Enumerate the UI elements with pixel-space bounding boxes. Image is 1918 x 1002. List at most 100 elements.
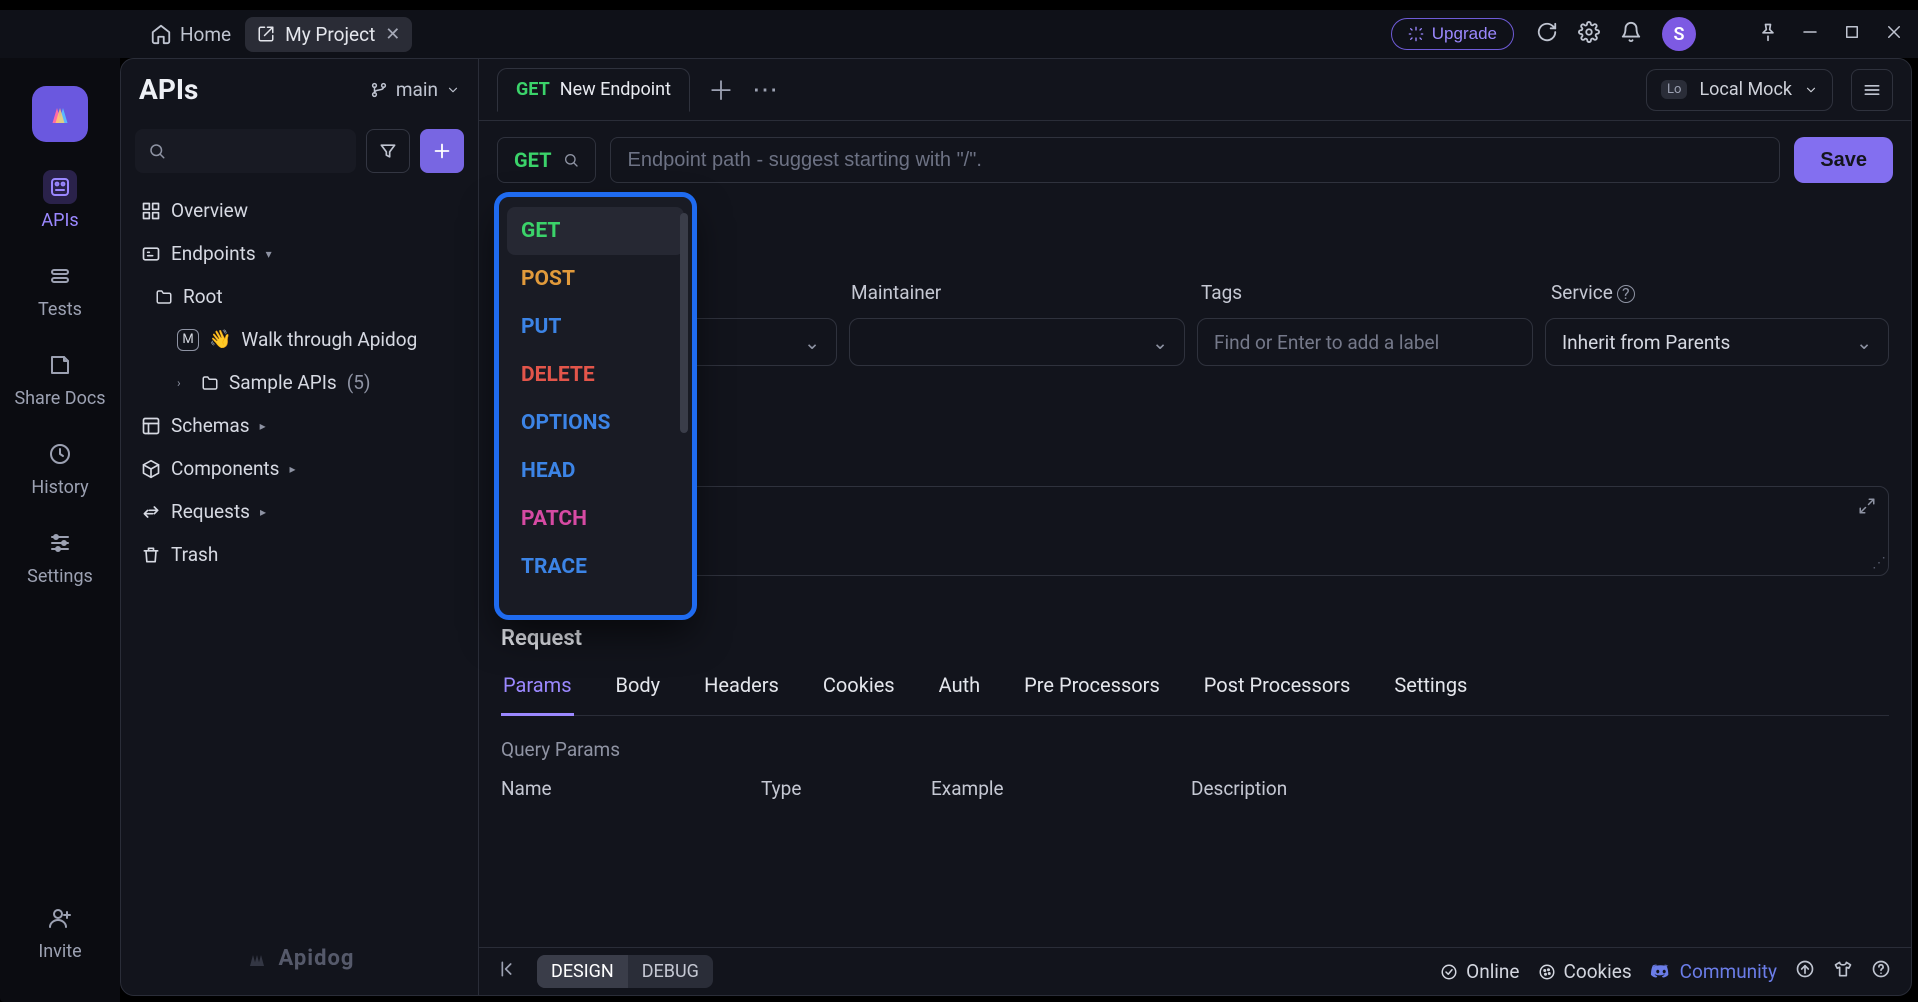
method-option-delete[interactable]: DELETE xyxy=(507,351,684,399)
window-close-icon[interactable] xyxy=(1884,22,1904,46)
file-tab[interactable]: GET New Endpoint xyxy=(497,68,690,112)
refresh-icon[interactable] xyxy=(1536,21,1556,48)
rail-item-apis[interactable]: APIs xyxy=(41,170,78,231)
dropdown-scrollbar[interactable] xyxy=(680,213,688,433)
mode-segment[interactable]: DESIGN DEBUG xyxy=(537,955,713,988)
tree-overview[interactable]: Overview xyxy=(121,189,478,232)
filter-button[interactable] xyxy=(366,129,410,173)
footer-online[interactable]: Online xyxy=(1440,960,1519,983)
tree-label: Sample APIs xyxy=(229,371,337,394)
avatar[interactable]: S xyxy=(1662,17,1696,51)
request-tab-pre-processors[interactable]: Pre Processors xyxy=(1022,673,1162,715)
request-tab-post-processors[interactable]: Post Processors xyxy=(1202,673,1353,715)
chevron-down-icon: ⌄ xyxy=(1856,331,1872,354)
main: GET New Endpoint ＋ ⋯ Lo Local Mock xyxy=(479,59,1911,995)
rail-item-tests[interactable]: Tests xyxy=(38,259,82,320)
close-tab-icon[interactable]: ✕ xyxy=(385,24,400,45)
rail-label: History xyxy=(31,477,88,498)
method-option-post[interactable]: POST xyxy=(507,255,684,303)
footer: DESIGN DEBUG Online Cookies Communit xyxy=(479,947,1911,995)
add-button[interactable] xyxy=(420,129,464,173)
footer-cookies[interactable]: Cookies xyxy=(1538,960,1632,983)
window-minimize-icon[interactable] xyxy=(1800,22,1820,46)
rail-item-settings[interactable]: Settings xyxy=(27,526,93,587)
help-icon[interactable] xyxy=(1871,959,1891,984)
wave-emoji-icon: 👋 xyxy=(209,329,231,350)
request-tab-params[interactable]: Params xyxy=(501,673,574,716)
panel-menu-button[interactable] xyxy=(1851,69,1893,111)
request-tab-auth[interactable]: Auth xyxy=(937,673,983,715)
mode-design[interactable]: DESIGN xyxy=(537,955,628,988)
sparkle-icon xyxy=(1408,26,1424,42)
tshirt-icon[interactable] xyxy=(1833,959,1853,984)
caret-right-icon: ▸ xyxy=(289,462,303,476)
window-maximize-icon[interactable] xyxy=(1842,22,1862,46)
request-tab-body[interactable]: Body xyxy=(614,673,663,715)
tab-more-button[interactable]: ⋯ xyxy=(752,75,778,105)
pin-icon[interactable] xyxy=(1758,22,1778,47)
upgrade-button[interactable]: Upgrade xyxy=(1391,18,1514,50)
info-icon[interactable]: ? xyxy=(1617,285,1635,303)
service-value: Inherit from Parents xyxy=(1562,331,1730,354)
tags-label: Tags xyxy=(1201,281,1549,304)
endpoint-name-placeholder[interactable]: …oint xyxy=(501,197,1889,281)
invite-icon xyxy=(48,906,72,930)
method-select[interactable]: GET xyxy=(497,137,596,183)
collapse-panel-icon[interactable] xyxy=(499,959,519,984)
save-button[interactable]: Save xyxy=(1794,137,1893,183)
maintainer-label: Maintainer xyxy=(851,281,1199,304)
rail-item-share-docs[interactable]: Share Docs xyxy=(14,348,105,409)
request-tab-headers[interactable]: Headers xyxy=(702,673,781,715)
tree-trash[interactable]: Trash xyxy=(121,533,478,576)
maintainer-select[interactable]: ⌄ xyxy=(849,318,1185,366)
gear-icon[interactable] xyxy=(1578,21,1598,48)
rail-item-invite[interactable]: Invite xyxy=(38,901,81,962)
resize-grip-icon[interactable]: ⋰ xyxy=(1872,555,1882,571)
method-dropdown: GETPOSTPUTDELETEOPTIONSHEADPATCHTRACE xyxy=(499,197,692,615)
col-type: Type xyxy=(761,777,931,800)
sidebar-search[interactable] xyxy=(135,129,356,173)
upload-icon[interactable] xyxy=(1795,959,1815,984)
editor-content: …oint Maintainer Tags Service? ⌄ ⌄ xyxy=(479,187,1911,947)
external-icon xyxy=(257,25,275,43)
method-option-get[interactable]: GET xyxy=(507,207,684,255)
path-input[interactable] xyxy=(610,137,1780,183)
request-tab-settings[interactable]: Settings xyxy=(1392,673,1469,715)
online-label: Online xyxy=(1466,960,1519,983)
chevron-down-icon: ⌄ xyxy=(1152,331,1168,354)
request-tab-cookies[interactable]: Cookies xyxy=(821,673,897,715)
rail-item-history[interactable]: History xyxy=(31,437,88,498)
tree-endpoints[interactable]: Endpoints ▾ xyxy=(121,232,478,275)
method-option-trace[interactable]: TRACE xyxy=(507,543,684,591)
tree-schemas[interactable]: Schemas ▸ xyxy=(121,404,478,447)
method-option-patch[interactable]: PATCH xyxy=(507,495,684,543)
project-tab[interactable]: My Project ✕ xyxy=(245,17,412,52)
description-box[interactable]: …own ⋰ xyxy=(501,486,1889,576)
branch-picker[interactable]: main xyxy=(370,78,460,101)
tags-input[interactable]: Find or Enter to add a label xyxy=(1197,318,1533,366)
git-branch-icon xyxy=(370,81,388,99)
new-tab-button[interactable]: ＋ xyxy=(708,71,734,108)
environment-picker[interactable]: Lo Local Mock xyxy=(1646,69,1833,111)
chevron-down-icon xyxy=(446,83,460,97)
method-option-options[interactable]: OPTIONS xyxy=(507,399,684,447)
mode-debug[interactable]: DEBUG xyxy=(628,955,713,988)
tests-icon xyxy=(48,264,72,288)
tree-root[interactable]: Root xyxy=(121,275,478,318)
file-tab-label: New Endpoint xyxy=(560,79,671,100)
tree-components[interactable]: Components ▸ xyxy=(121,447,478,490)
service-select[interactable]: Inherit from Parents ⌄ xyxy=(1545,318,1889,366)
method-option-head[interactable]: HEAD xyxy=(507,447,684,495)
home-link[interactable]: Home xyxy=(150,23,231,46)
tree-sample-apis[interactable]: › Sample APIs (5) xyxy=(121,361,478,404)
home-label: Home xyxy=(180,23,231,46)
tree-requests[interactable]: Requests ▸ xyxy=(121,490,478,533)
history-icon xyxy=(48,442,72,466)
expand-icon[interactable] xyxy=(1858,497,1876,520)
tree-walkthrough[interactable]: M 👋 Walk through Apidog xyxy=(121,318,478,361)
method-option-put[interactable]: PUT xyxy=(507,303,684,351)
footer-community[interactable]: Community xyxy=(1650,960,1777,983)
bell-icon[interactable] xyxy=(1620,21,1640,48)
app-logo[interactable] xyxy=(32,86,88,142)
chevron-right-icon: › xyxy=(177,376,191,390)
